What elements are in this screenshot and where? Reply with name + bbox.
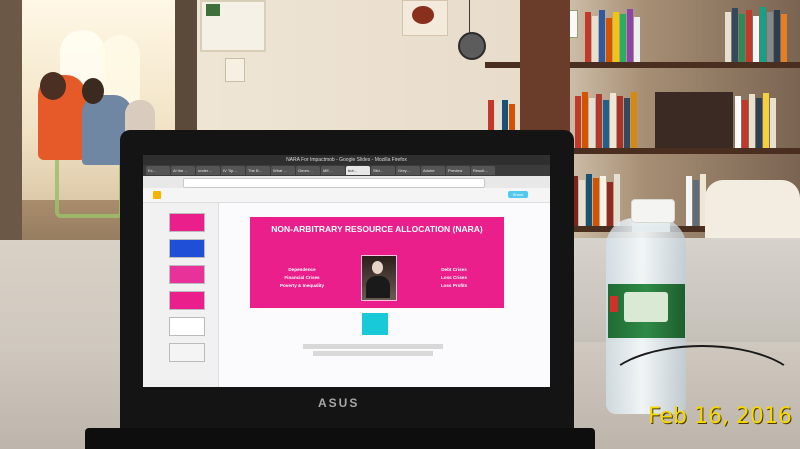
slide-list-item: Loss Crises bbox=[440, 275, 468, 280]
browser-tab[interactable]: Preview bbox=[446, 166, 470, 175]
window-title: NARA For Impactmob - Google Slides - Moz… bbox=[143, 155, 550, 165]
slide-thumbnail[interactable] bbox=[169, 291, 205, 310]
slides-logo-icon[interactable] bbox=[153, 191, 161, 199]
slide-list-item: Loss Profits bbox=[440, 283, 468, 288]
slide-list-item: Poverty & Inequality bbox=[279, 283, 325, 288]
poster-picture bbox=[206, 4, 220, 16]
slide-thumbnail[interactable] bbox=[169, 239, 205, 258]
book-row bbox=[686, 172, 706, 226]
slide-thumbnail-panel bbox=[143, 203, 219, 387]
slide-list-item: Financial Crises bbox=[284, 275, 320, 280]
slide-right-list: Debt Crises Loss Crises Loss Profits bbox=[419, 266, 489, 290]
slides-menubar bbox=[143, 188, 550, 203]
browser-tab-active[interactable]: but… bbox=[346, 166, 370, 175]
book-row bbox=[488, 98, 515, 130]
clock-string bbox=[469, 0, 470, 34]
notes-line bbox=[303, 344, 443, 349]
browser-tab[interactable]: under… bbox=[196, 166, 220, 175]
browser-tab[interactable]: What … bbox=[271, 166, 295, 175]
laptop-brand-logo: ASUS bbox=[318, 396, 360, 410]
browser-tab[interactable]: Adobe bbox=[421, 166, 445, 175]
browser-tab[interactable]: Ex… bbox=[146, 166, 170, 175]
hanging-clock bbox=[458, 32, 486, 60]
book-row bbox=[572, 172, 620, 226]
speaker-notes[interactable] bbox=[283, 342, 463, 358]
notes-line bbox=[313, 351, 433, 356]
slide-title: NON-ARBITRARY RESOURCE ALLOCATION (NARA) bbox=[271, 224, 483, 234]
slide-thumbnail[interactable] bbox=[169, 317, 205, 336]
person-head bbox=[82, 78, 104, 104]
share-button[interactable]: Share bbox=[508, 191, 528, 198]
browser-tab[interactable]: Al the… bbox=[171, 166, 195, 175]
book-stack-dark bbox=[655, 92, 733, 148]
portrait-figure bbox=[366, 276, 390, 298]
bookshelf-plank bbox=[560, 148, 800, 154]
slide-left-list: Dependence Financial Crises Poverty & In… bbox=[267, 266, 337, 290]
cushion bbox=[705, 180, 800, 242]
slide-list-item: Dependence bbox=[288, 267, 316, 272]
portrait-face bbox=[372, 261, 383, 274]
bottle-label-picture bbox=[624, 292, 668, 322]
photo-scene: NARA For Impactmob - Google Slides - Moz… bbox=[0, 0, 800, 449]
laptop-screen: NARA For Impactmob - Google Slides - Moz… bbox=[143, 155, 550, 387]
browser-tab[interactable]: ME… bbox=[321, 166, 345, 175]
slide-list-item: Debt Crises bbox=[441, 267, 467, 272]
person-head bbox=[40, 72, 66, 100]
book-row bbox=[575, 90, 637, 148]
address-bar[interactable] bbox=[183, 178, 485, 188]
door-frame bbox=[175, 0, 197, 150]
book-row bbox=[735, 92, 776, 148]
laptop-hinge bbox=[85, 428, 595, 449]
browser-tab[interactable]: Sild… bbox=[371, 166, 395, 175]
browser-tab[interactable]: Result… bbox=[471, 166, 495, 175]
browser-tab-bar: Ex… Al the… under… IV Tip… The B… What …… bbox=[143, 165, 550, 176]
bottle-label-mark bbox=[610, 296, 618, 312]
photo-date-stamp: Feb 16, 2016 bbox=[648, 404, 792, 429]
sign-picture bbox=[412, 6, 434, 24]
browser-tab[interactable]: Geom… bbox=[296, 166, 320, 175]
browser-tab[interactable]: IV Tip… bbox=[221, 166, 245, 175]
cyan-shape[interactable] bbox=[362, 313, 388, 335]
slide-thumbnail[interactable] bbox=[169, 265, 205, 284]
book-row bbox=[585, 8, 640, 62]
slide-thumbnail[interactable] bbox=[169, 213, 205, 232]
book-row bbox=[725, 6, 787, 62]
wall-switch bbox=[225, 58, 245, 82]
bottle-cap bbox=[631, 199, 675, 223]
slide-thumbnail[interactable] bbox=[169, 343, 205, 362]
browser-tab[interactable]: The B… bbox=[246, 166, 270, 175]
browser-tab[interactable]: Grey… bbox=[396, 166, 420, 175]
